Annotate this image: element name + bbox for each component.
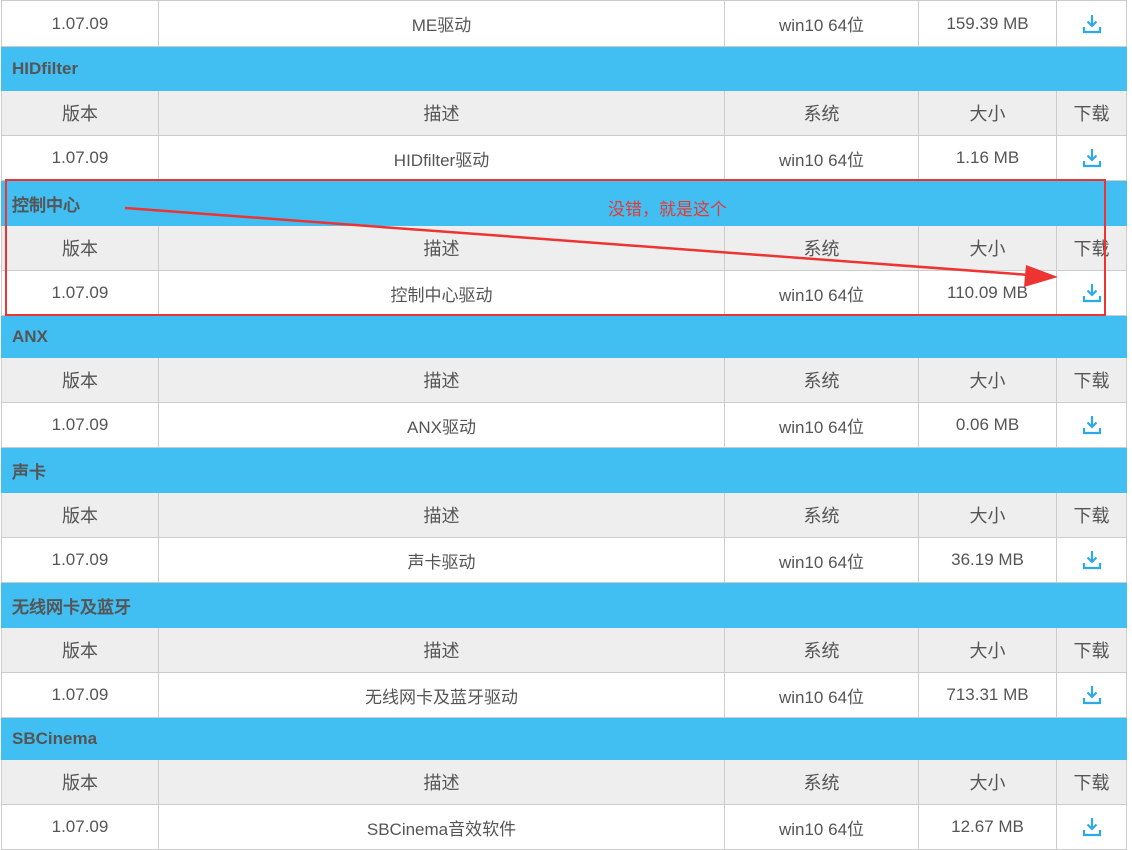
col-desc: 描述	[158, 225, 725, 271]
system-cell: win10 64位	[724, 135, 919, 181]
section-header-wifi-bluetooth: 无线网卡及蓝牙	[1, 582, 1127, 628]
col-version: 版本	[1, 627, 159, 673]
col-size: 大小	[918, 357, 1057, 403]
desc-cell: 声卡驱动	[158, 537, 725, 583]
download-icon[interactable]	[1081, 816, 1103, 838]
desc-cell: ME驱动	[158, 0, 725, 47]
download-cell[interactable]	[1056, 537, 1127, 583]
table-row: 1.07.09 ME驱动 win10 64位 159.39 MB	[1, 0, 1127, 47]
version-cell: 1.07.09	[1, 135, 159, 181]
driver-table: 1.07.09 ME驱动 win10 64位 159.39 MB HIDfilt…	[1, 0, 1127, 850]
table-row: 1.07.09 声卡驱动 win10 64位 36.19 MB	[1, 537, 1127, 583]
system-cell: win10 64位	[724, 804, 919, 850]
size-cell: 110.09 MB	[918, 270, 1057, 316]
table-row: 1.07.09 无线网卡及蓝牙驱动 win10 64位 713.31 MB	[1, 672, 1127, 718]
system-cell: win10 64位	[724, 537, 919, 583]
col-version: 版本	[1, 357, 159, 403]
size-cell: 12.67 MB	[918, 804, 1057, 850]
col-download: 下载	[1056, 627, 1127, 673]
col-system: 系统	[724, 492, 919, 538]
desc-cell: 控制中心驱动	[158, 270, 725, 316]
col-system: 系统	[724, 225, 919, 271]
col-size: 大小	[918, 627, 1057, 673]
col-desc: 描述	[158, 759, 725, 805]
section-header-sbcinema: SBCinema	[1, 717, 1127, 760]
size-cell: 713.31 MB	[918, 672, 1057, 718]
col-download: 下载	[1056, 90, 1127, 136]
col-size: 大小	[918, 492, 1057, 538]
section-header-anx: ANX	[1, 315, 1127, 358]
col-version: 版本	[1, 90, 159, 136]
col-system: 系统	[724, 759, 919, 805]
size-cell: 0.06 MB	[918, 402, 1057, 448]
section-title: ANX	[1, 315, 1127, 358]
section-title: 控制中心	[1, 180, 1127, 226]
version-cell: 1.07.09	[1, 0, 159, 47]
col-version: 版本	[1, 759, 159, 805]
col-desc: 描述	[158, 90, 725, 136]
col-download: 下载	[1056, 225, 1127, 271]
section-header-hidfilter: HIDfilter	[1, 46, 1127, 91]
col-size: 大小	[918, 225, 1057, 271]
col-download: 下载	[1056, 357, 1127, 403]
col-download: 下载	[1056, 759, 1127, 805]
col-desc: 描述	[158, 357, 725, 403]
version-cell: 1.07.09	[1, 402, 159, 448]
version-cell: 1.07.09	[1, 672, 159, 718]
size-cell: 159.39 MB	[918, 0, 1057, 47]
download-icon[interactable]	[1081, 549, 1103, 571]
section-title: 无线网卡及蓝牙	[1, 582, 1127, 628]
section-title: SBCinema	[1, 717, 1127, 760]
version-cell: 1.07.09	[1, 537, 159, 583]
download-cell[interactable]	[1056, 804, 1127, 850]
system-cell: win10 64位	[724, 402, 919, 448]
desc-cell: SBCinema音效软件	[158, 804, 725, 850]
download-icon[interactable]	[1081, 414, 1103, 436]
column-header-row: 版本 描述 系统 大小 下载	[1, 90, 1127, 136]
col-desc: 描述	[158, 627, 725, 673]
col-size: 大小	[918, 759, 1057, 805]
col-desc: 描述	[158, 492, 725, 538]
col-download: 下载	[1056, 492, 1127, 538]
system-cell: win10 64位	[724, 270, 919, 316]
column-header-row: 版本 描述 系统 大小 下载	[1, 225, 1127, 271]
col-version: 版本	[1, 225, 159, 271]
download-icon[interactable]	[1081, 684, 1103, 706]
table-row: 1.07.09 SBCinema音效软件 win10 64位 12.67 MB	[1, 804, 1127, 850]
download-cell[interactable]	[1056, 135, 1127, 181]
col-system: 系统	[724, 357, 919, 403]
size-cell: 1.16 MB	[918, 135, 1057, 181]
desc-cell: HIDfilter驱动	[158, 135, 725, 181]
col-size: 大小	[918, 90, 1057, 136]
section-title: HIDfilter	[1, 46, 1127, 91]
desc-cell: ANX驱动	[158, 402, 725, 448]
download-cell[interactable]	[1056, 672, 1127, 718]
section-header-control-center: 控制中心	[1, 180, 1127, 226]
download-icon[interactable]	[1081, 282, 1103, 304]
table-row: 1.07.09 ANX驱动 win10 64位 0.06 MB	[1, 402, 1127, 448]
download-icon[interactable]	[1081, 147, 1103, 169]
table-row: 1.07.09 HIDfilter驱动 win10 64位 1.16 MB	[1, 135, 1127, 181]
version-cell: 1.07.09	[1, 804, 159, 850]
section-header-sound-card: 声卡	[1, 447, 1127, 493]
download-cell[interactable]	[1056, 402, 1127, 448]
system-cell: win10 64位	[724, 0, 919, 47]
annotation-text: 没错，就是这个	[608, 200, 727, 219]
column-header-row: 版本 描述 系统 大小 下载	[1, 357, 1127, 403]
col-system: 系统	[724, 627, 919, 673]
section-title: 声卡	[1, 447, 1127, 493]
column-header-row: 版本 描述 系统 大小 下载	[1, 759, 1127, 805]
col-version: 版本	[1, 492, 159, 538]
download-cell[interactable]	[1056, 270, 1127, 316]
column-header-row: 版本 描述 系统 大小 下载	[1, 627, 1127, 673]
size-cell: 36.19 MB	[918, 537, 1057, 583]
version-cell: 1.07.09	[1, 270, 159, 316]
column-header-row: 版本 描述 系统 大小 下载	[1, 492, 1127, 538]
col-system: 系统	[724, 90, 919, 136]
download-cell[interactable]	[1056, 0, 1127, 47]
desc-cell: 无线网卡及蓝牙驱动	[158, 672, 725, 718]
download-icon[interactable]	[1081, 13, 1103, 35]
system-cell: win10 64位	[724, 672, 919, 718]
table-row: 1.07.09 控制中心驱动 win10 64位 110.09 MB	[1, 270, 1127, 316]
